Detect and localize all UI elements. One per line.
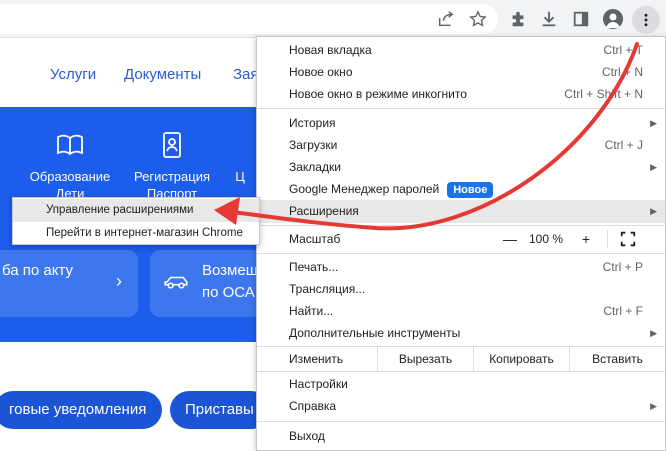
- menu-shortcut: Ctrl + T: [603, 43, 643, 57]
- menu-separator: [257, 108, 665, 109]
- service-third-label: Ц: [235, 169, 245, 184]
- menu-item-label: Выход: [289, 429, 325, 443]
- submenu-item-manage-extensions[interactable]: Управление расширениями: [13, 199, 259, 222]
- menu-item-label: Печать...: [289, 260, 339, 274]
- menu-item-label: Дополнительные инструменты: [289, 326, 461, 340]
- menu-item-label: Новое окно в режиме инкогнито: [289, 87, 467, 101]
- menu-item-new-window[interactable]: Новое окно Ctrl + N: [257, 61, 665, 84]
- menu-item-cast[interactable]: Трансляция...: [257, 278, 665, 301]
- menu-shortcut: Ctrl + F: [603, 304, 643, 318]
- menu-item-downloads[interactable]: Загрузки Ctrl + J: [257, 134, 665, 157]
- zoom-label: Масштаб: [289, 232, 341, 246]
- browser-toolbar: [0, 0, 666, 38]
- zoom-in-button[interactable]: +: [573, 227, 599, 251]
- service-registration[interactable]: Регистрация Паспорт: [122, 130, 222, 202]
- submenu-arrow-icon: ▶: [650, 328, 657, 338]
- submenu-arrow-icon: ▶: [650, 162, 657, 172]
- menu-item-label: Google Менеджер паролей: [289, 182, 440, 196]
- menu-item-label: Расширения: [289, 204, 359, 218]
- menu-separator: [257, 421, 665, 422]
- share-icon[interactable]: [435, 8, 457, 30]
- card-right-text: Возмещ по ОСА: [202, 262, 259, 301]
- service-card-left[interactable]: ба по акту ›: [0, 250, 138, 317]
- card-left-text: ба по акту: [2, 262, 74, 279]
- menu-item-label: Загрузки: [289, 138, 338, 152]
- nav-link-applications[interactable]: Зая: [233, 66, 259, 83]
- address-bar[interactable]: [0, 4, 498, 34]
- cut-button[interactable]: Вырезать: [377, 347, 473, 371]
- submenu-arrow-icon: ▶: [650, 206, 657, 216]
- menu-shortcut: Ctrl + P: [602, 260, 643, 274]
- menu-item-label: Трансляция...: [289, 282, 366, 296]
- extensions-icon[interactable]: [507, 8, 529, 30]
- menu-item-new-tab[interactable]: Новая вкладка Ctrl + T: [257, 39, 665, 62]
- menu-item-label: История: [289, 116, 336, 130]
- menu-item-extensions[interactable]: Расширения ▶: [257, 200, 665, 223]
- chevron-right-icon: ›: [116, 271, 122, 291]
- menu-item-settings[interactable]: Настройки: [257, 373, 665, 396]
- menu-item-print[interactable]: Печать... Ctrl + P: [257, 256, 665, 279]
- menu-separator: [257, 371, 665, 372]
- zoom-divider: [607, 230, 608, 248]
- chrome-menu: Новая вкладка Ctrl + T Новое окно Ctrl +…: [256, 36, 666, 451]
- star-icon[interactable]: [467, 8, 489, 30]
- menu-item-find[interactable]: Найти... Ctrl + F: [257, 300, 665, 323]
- menu-item-label: Закладки: [289, 160, 341, 174]
- edit-label: Изменить: [289, 352, 344, 366]
- submenu-arrow-icon: ▶: [650, 118, 657, 128]
- book-icon: [57, 134, 83, 156]
- submenu-arrow-icon: ▶: [650, 401, 657, 411]
- nav-link-services[interactable]: Услуги: [50, 66, 96, 83]
- copy-button[interactable]: Копировать: [473, 347, 569, 371]
- profile-icon[interactable]: [602, 8, 624, 30]
- zoom-row: Масштаб — 100 % +: [257, 227, 665, 251]
- menu-shortcut: Ctrl + Shift + N: [564, 87, 643, 101]
- pill-bailiffs[interactable]: Приставы: [170, 391, 270, 429]
- menu-item-incognito[interactable]: Новое окно в режиме инкогнито Ctrl + Shi…: [257, 83, 665, 106]
- menu-item-label: Новая вкладка: [289, 43, 372, 57]
- menu-item-password-manager[interactable]: Google Менеджер паролей Новое: [257, 178, 665, 201]
- menu-item-label: Настройки: [289, 377, 348, 391]
- car-icon: [164, 276, 188, 289]
- menu-item-history[interactable]: История ▶: [257, 112, 665, 135]
- service-education[interactable]: Образование Дети: [20, 130, 120, 202]
- badge-icon: [163, 132, 181, 158]
- menu-item-label: Найти...: [289, 304, 334, 318]
- pill-tax-notices[interactable]: говые уведомления: [0, 391, 162, 429]
- menu-item-label: Справка: [289, 399, 337, 413]
- avatar: [603, 9, 623, 29]
- menu-separator: [257, 225, 665, 226]
- edit-row: Изменить Вырезать Копировать Вставить: [257, 347, 665, 371]
- nav-link-documents[interactable]: Документы: [124, 66, 201, 83]
- new-badge: Новое: [447, 181, 494, 198]
- menu-item-help[interactable]: Справка ▶: [257, 395, 665, 418]
- zoom-level: 100 %: [529, 232, 564, 246]
- fullscreen-icon[interactable]: [619, 230, 645, 248]
- menu-separator: [257, 253, 665, 254]
- service-card-right[interactable]: Возмещ по ОСА: [150, 250, 270, 317]
- side-panel-icon[interactable]: [570, 8, 592, 30]
- menu-item-exit[interactable]: Выход: [257, 425, 665, 448]
- zoom-out-button[interactable]: —: [497, 227, 523, 251]
- menu-item-label: Новое окно: [289, 65, 353, 79]
- download-icon[interactable]: [538, 8, 560, 30]
- extensions-submenu: Управление расширениями Перейти в интерн…: [12, 197, 260, 245]
- submenu-item-chrome-web-store[interactable]: Перейти в интернет-магазин Chrome: [13, 222, 259, 245]
- menu-item-more-tools[interactable]: Дополнительные инструменты ▶: [257, 322, 665, 345]
- paste-button[interactable]: Вставить: [569, 347, 665, 371]
- menu-item-bookmarks[interactable]: Закладки ▶: [257, 156, 665, 179]
- menu-shortcut: Ctrl + N: [601, 65, 643, 79]
- menu-shortcut: Ctrl + J: [604, 138, 643, 152]
- more-icon[interactable]: [632, 6, 660, 34]
